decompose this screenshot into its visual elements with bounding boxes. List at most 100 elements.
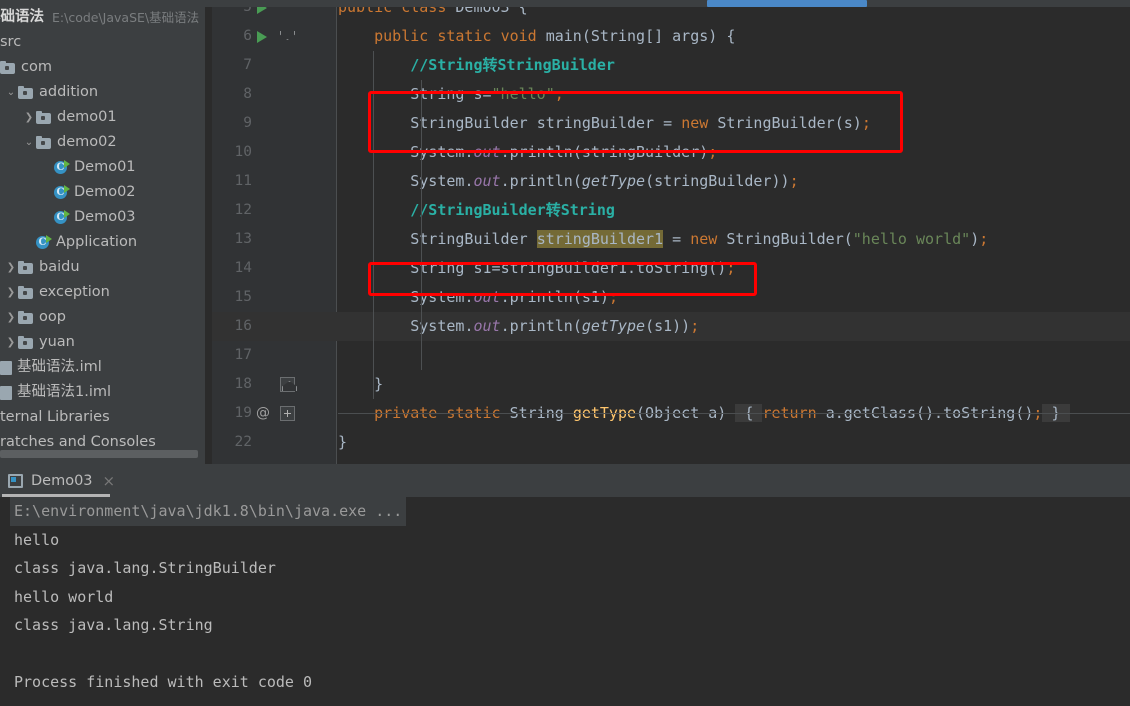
tree-item-label: 基础语法1.iml — [17, 384, 112, 400]
project-tree-panel[interactable]: 基础语法E:\code\JavaSE\基础语法 src com⌄addition❯d… — [0, 7, 205, 464]
code-text: System.out.println(getType(s1)); — [410, 317, 700, 335]
tree-item-application[interactable]: C Application — [0, 230, 205, 255]
tree-item-demo02[interactable]: C Demo02 — [0, 180, 205, 205]
line-number: 7 — [243, 57, 252, 73]
indent-guide — [421, 167, 422, 196]
folder-icon — [18, 286, 33, 299]
code-text: System.out.println(s1); — [410, 288, 618, 306]
line-number: 6 — [243, 28, 252, 44]
indent-guide — [421, 109, 422, 138]
indent-guide — [373, 283, 374, 312]
chevron-right-icon[interactable]: ❯ — [4, 280, 18, 305]
code-line-18[interactable]: 18 } — [212, 370, 1130, 399]
project-header[interactable]: 基础语法 E:\code\JavaSE\基础语法 — [0, 7, 205, 30]
folder-icon — [36, 111, 51, 124]
code-line-22[interactable]: 22} — [212, 428, 1130, 457]
fold-caretup-icon[interactable] — [280, 377, 295, 392]
tree-item-demo01[interactable]: ❯ demo01 — [0, 105, 205, 130]
fold-plus-icon[interactable] — [280, 406, 295, 421]
tree-item-addition[interactable]: ⌄ addition — [0, 80, 205, 105]
code-line-5[interactable]: 5 public class Demo03 { — [212, 7, 1130, 22]
project-tree[interactable]: 基础语法E:\code\JavaSE\基础语法 src com⌄addition❯d… — [0, 7, 205, 455]
java-class-icon: C — [54, 185, 70, 200]
tree-item-label: exception — [39, 284, 110, 300]
fold-caretdn-icon[interactable] — [279, 27, 294, 42]
indent-guide — [421, 225, 422, 254]
code-line-9[interactable]: 9 StringBuilder stringBuilder = new Stri… — [212, 109, 1130, 138]
code-line-7[interactable]: 7 //String转StringBuilder — [212, 51, 1130, 80]
chevron-right-icon[interactable]: ❯ — [22, 105, 36, 130]
code-line-10[interactable]: 10 System.out.println(stringBuilder); — [212, 138, 1130, 167]
tree-item-demo01[interactable]: C Demo01 — [0, 155, 205, 180]
code-text: public static void main(String[] args) { — [374, 27, 736, 45]
code-text: } — [338, 433, 348, 451]
run-console-panel[interactable]: Demo03 × E:\environment\java\jdk1.8\bin\… — [0, 464, 1130, 706]
console-output-line: class java.lang.StringBuilder — [14, 559, 276, 577]
indent-guide — [373, 167, 374, 196]
tree-item-label: Application — [56, 234, 138, 250]
code-line-13[interactable]: 13 StringBuilder stringBuilder1 = new St… — [212, 225, 1130, 254]
tree-item-com[interactable]: com — [0, 55, 205, 80]
indent-guide — [421, 283, 422, 312]
indent-guide — [421, 138, 422, 167]
java-class-icon: C — [54, 160, 70, 175]
iml-file-icon — [0, 360, 12, 375]
code-text: String s="hello"; — [410, 85, 564, 103]
java-class-icon: C — [54, 210, 70, 225]
tree-item-label: oop — [39, 309, 66, 325]
tree-item-baidu[interactable]: ❯ baidu — [0, 255, 205, 280]
tree-item-label: 基础语法.iml — [17, 359, 102, 375]
run-gutter-icon[interactable] — [257, 31, 267, 43]
tree-item-iml[interactable]: 基础语法.iml — [0, 355, 205, 380]
run-gutter-icon[interactable] — [257, 7, 267, 14]
indent-guide — [421, 341, 422, 370]
tree-item-label: ternal Libraries — [0, 409, 110, 425]
tree-item-oop[interactable]: ❯ oop — [0, 305, 205, 330]
console-tab-bar[interactable]: Demo03 × — [0, 464, 1130, 497]
code-text: StringBuilder stringBuilder1 = new Strin… — [410, 230, 989, 248]
tree-item-yuan[interactable]: ❯ yuan — [0, 330, 205, 355]
horizontal-scrollbar-track[interactable] — [212, 0, 1130, 7]
sidebar-scrollbar-thumb[interactable] — [0, 450, 198, 458]
indent-guide — [373, 138, 374, 167]
tree-item-demo02[interactable]: ⌄ demo02 — [0, 130, 205, 155]
line-number: 14 — [234, 260, 252, 276]
console-tab-icon — [8, 473, 23, 488]
line-number: 17 — [234, 347, 252, 363]
chevron-right-icon[interactable]: ❯ — [4, 255, 18, 280]
tree-item-label: src — [0, 34, 22, 50]
tree-item-label: Demo03 — [74, 209, 136, 225]
code-line-12[interactable]: 12 //StringBuilder转String — [212, 196, 1130, 225]
horizontal-scrollbar-thumb[interactable] — [707, 0, 867, 7]
line-number: 9 — [243, 115, 252, 131]
chevron-right-icon[interactable]: ❯ — [4, 330, 18, 355]
sidebar-horizontal-scrollbar[interactable] — [0, 450, 205, 458]
code-line-14[interactable]: 14 String s1=stringBuilder1.toString(); — [212, 254, 1130, 283]
code-line-16[interactable]: 16 System.out.println(getType(s1)); — [212, 312, 1130, 341]
chevron-down-icon[interactable]: ⌄ — [22, 130, 36, 155]
tree-item-label: baidu — [39, 259, 80, 275]
tree-item-demo03[interactable]: C Demo03 — [0, 205, 205, 230]
folder-icon — [18, 86, 33, 99]
chevron-down-icon[interactable]: ⌄ — [4, 80, 18, 105]
code-text: //String转StringBuilder — [410, 56, 615, 74]
tree-item-exception[interactable]: ❯ exception — [0, 280, 205, 305]
project-path: E:\code\JavaSE\基础语法 — [52, 10, 200, 25]
tree-item-1-iml[interactable]: 基础语法1.iml — [0, 380, 205, 405]
code-line-17[interactable]: 17 — [212, 341, 1130, 370]
chevron-right-icon[interactable]: ❯ — [4, 305, 18, 330]
code-editor[interactable]: 5 public class Demo03 {6 public static vo… — [212, 7, 1130, 464]
code-line-11[interactable]: 11 System.out.println(getType(stringBuil… — [212, 167, 1130, 196]
console-output[interactable]: E:\environment\java\jdk1.8\bin\java.exe … — [0, 497, 1130, 706]
console-tab-demo03[interactable]: Demo03 × — [0, 464, 125, 497]
close-icon[interactable]: × — [103, 472, 116, 490]
code-line-6[interactable]: 6 public static void main(String[] args)… — [212, 22, 1130, 51]
tree-item-src[interactable]: src — [0, 30, 205, 55]
code-text: System.out.println(stringBuilder); — [410, 143, 718, 161]
indent-guide — [421, 312, 422, 341]
code-line-15[interactable]: 15 System.out.println(s1); — [212, 283, 1130, 312]
tree-item-label: Demo01 — [74, 159, 136, 175]
code-line-8[interactable]: 8 String s="hello"; — [212, 80, 1130, 109]
indent-guide — [421, 254, 422, 283]
tree-item-ternal-libraries[interactable]: ternal Libraries — [0, 405, 205, 430]
